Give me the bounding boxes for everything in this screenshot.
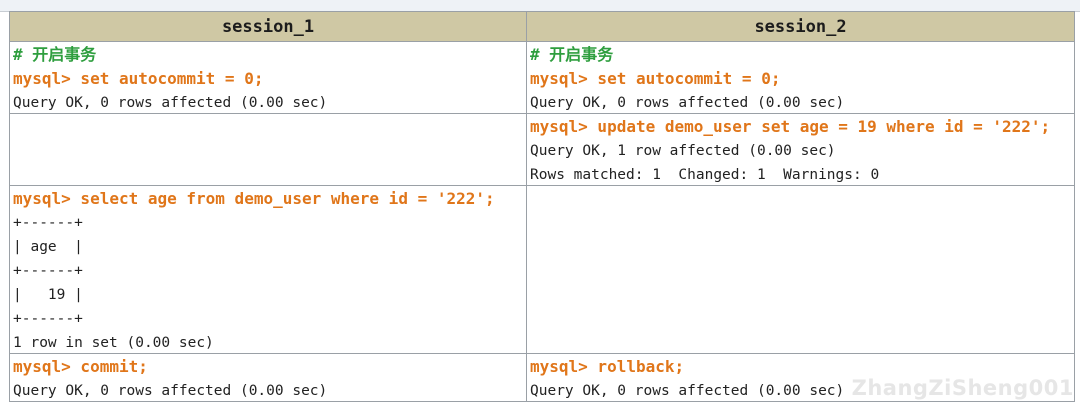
result-border: +------+ xyxy=(13,215,83,231)
sql-command: mysql> set autocommit = 0; xyxy=(13,69,264,88)
table-cell: mysql> commit; Query OK, 0 rows affected… xyxy=(10,354,527,402)
table-cell: # 开启事务 mysql> set autocommit = 0; Query … xyxy=(527,42,1075,114)
result-value: | 19 | xyxy=(13,287,83,303)
sql-command: mysql> commit; xyxy=(13,357,148,376)
sql-command: mysql> update demo_user set age = 19 whe… xyxy=(530,117,1051,136)
session-comparison-table: session_1 session_2 # 开启事务 mysql> set au… xyxy=(9,11,1075,402)
result-border: +------+ xyxy=(13,311,83,327)
header-session-1: session_1 xyxy=(10,12,527,42)
result-border: +------+ xyxy=(13,263,83,279)
table-cell: mysql> update demo_user set age = 19 whe… xyxy=(527,114,1075,186)
query-result: Query OK, 0 rows affected (0.00 sec) xyxy=(13,95,328,111)
table-cell: mysql> select age from demo_user where i… xyxy=(10,186,527,354)
column-marker: ˘ xyxy=(262,0,269,6)
query-result: Query OK, 0 rows affected (0.00 sec) xyxy=(13,383,328,399)
result-header: | age | xyxy=(13,239,83,255)
table-cell-empty xyxy=(10,114,527,186)
column-marker: ˘ xyxy=(798,0,805,6)
query-result: Query OK, 1 row affected (0.00 sec) xyxy=(530,143,836,159)
header-session-2: session_2 xyxy=(527,12,1075,42)
comment-line: # 开启事务 xyxy=(13,45,97,64)
query-result: Query OK, 0 rows affected (0.00 sec) xyxy=(530,95,845,111)
watermark: ZhangZiSheng001 xyxy=(851,376,1074,400)
sql-command: mysql> set autocommit = 0; xyxy=(530,69,781,88)
query-result: Rows matched: 1 Changed: 1 Warnings: 0 xyxy=(530,167,880,183)
sql-command: mysql> select age from demo_user where i… xyxy=(13,189,495,208)
comment-line: # 开启事务 xyxy=(530,45,614,64)
table-cell-empty xyxy=(527,186,1075,354)
query-result: 1 row in set (0.00 sec) xyxy=(13,335,214,351)
table-cell: # 开启事务 mysql> set autocommit = 0; Query … xyxy=(10,42,527,114)
